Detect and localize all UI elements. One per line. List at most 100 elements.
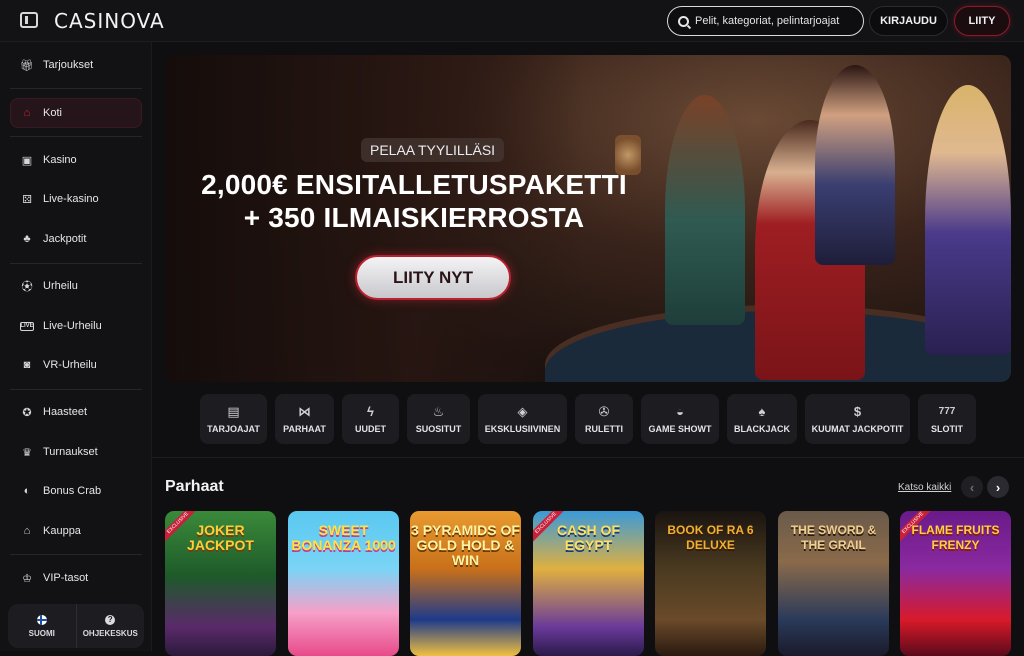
footer-box: SUOMI ? OHJEKESKUS	[8, 604, 144, 648]
bowtie-icon: ⋈	[298, 403, 311, 419]
sidebar-item-label: Haasteet	[43, 406, 88, 418]
mask-icon: ◒	[676, 403, 684, 419]
sidebar-item-label: Tarjoukset	[43, 59, 94, 71]
promo-banner[interactable]: PELAA TYYLILLÄSI 2,000€ ENSITALLETUSPAKE…	[165, 55, 1011, 382]
help-label: OHJEKESKUS	[82, 628, 138, 638]
category-label: EKSKLUSIIVINEN	[484, 423, 561, 434]
game-title: SWEET BONANZA 1000	[291, 522, 396, 553]
login-button[interactable]: KIRJAUDU	[869, 6, 948, 36]
category-label: SLOTIT	[931, 423, 963, 434]
sidebar-item-koti[interactable]: ⌂ Koti	[10, 98, 142, 128]
sidebar-item-kauppa[interactable]: ⌂ Kauppa	[10, 516, 142, 546]
sidebar-divider	[10, 136, 142, 137]
section-divider	[152, 457, 1024, 458]
category-tarjoajat[interactable]: ▤ TARJOAJAT	[200, 394, 267, 444]
flame-icon: ♨	[432, 403, 445, 419]
category-game-showt[interactable]: ◒ GAME SHOWT	[641, 394, 719, 444]
game-tile-cash-of-egypt[interactable]: EXCLUSIVE CASH OF EGYPT	[533, 511, 644, 656]
join-button[interactable]: LIITY	[954, 6, 1010, 36]
category-slotit[interactable]: 777 SLOTIT	[918, 394, 976, 444]
category-label: BLACKJACK	[734, 423, 790, 434]
hot-money-icon: $	[853, 403, 862, 419]
chevron-left-icon[interactable]: ‹	[961, 476, 983, 498]
sidebar-divider	[10, 88, 142, 89]
category-eksklusiivinen[interactable]: ◈ EKSKLUSIIVINEN	[478, 394, 567, 444]
category-blackjack[interactable]: ♠ BLACKJACK	[727, 394, 797, 444]
game-tile-3-pyramids-of-gold[interactable]: 3 PYRAMIDS OF GOLD HOLD & WIN	[410, 511, 521, 656]
language-label: SUOMI	[28, 628, 55, 638]
category-label: GAME SHOWT	[648, 423, 712, 434]
finland-flag-icon	[36, 614, 47, 625]
sidebar-item-urheilu[interactable]: ⚽︎ Urheilu	[10, 271, 142, 301]
sidebar-divider	[10, 389, 142, 390]
see-all-link[interactable]: Katso kaikki	[898, 482, 951, 493]
sidebar-item-tarjoukset[interactable]: 🎁︎ Tarjoukset	[10, 50, 142, 80]
sidebar-item-label: Live-Urheilu	[43, 320, 102, 332]
game-tile-joker-jackpot[interactable]: EXCLUSIVE JOKER JACKPOT	[165, 511, 276, 656]
sidebar-item-jackpotit[interactable]: ♣ Jackpotit	[10, 224, 142, 254]
banner-headline-line2: + 350 ILMAISKIERROSTA	[243, 202, 585, 233]
medal-icon: ✪	[22, 406, 32, 419]
sidebar-item-label: VR-Urheilu	[43, 359, 97, 371]
sidebar-item-haasteet[interactable]: ✪ Haasteet	[10, 397, 142, 427]
sidebar-item-label: Koti	[43, 107, 62, 119]
section-title: Parhaat	[165, 478, 224, 495]
vr-icon: ◙	[23, 359, 31, 371]
logo[interactable]: CASINOVA	[54, 9, 165, 33]
category-label: SUOSITUT	[415, 423, 462, 434]
sidebar-item-vip-tasot[interactable]: ♔ VIP-tasot	[10, 563, 142, 593]
banner-eyebrow: PELAA TYYLILLÄSI	[361, 138, 505, 162]
sidebar-item-turnaukset[interactable]: ♛ Turnaukset	[10, 437, 142, 467]
help-center-button[interactable]: ? OHJEKESKUS	[75, 604, 145, 648]
trophy-icon: ♛	[22, 446, 32, 459]
top-bar: CASINOVA KIRJAUDU LIITY	[0, 0, 1024, 42]
slot-machine-icon: ▣	[21, 154, 33, 167]
game-title: CASH OF EGYPT	[557, 522, 620, 553]
join-now-button[interactable]: LIITY NYT	[355, 255, 511, 300]
sidebar-divider	[10, 263, 142, 264]
sidebar-item-label: Kasino	[43, 154, 77, 166]
character-image	[815, 65, 895, 265]
roulette-icon: ✇	[598, 403, 610, 419]
game-title: THE SWORD & THE GRAIL	[790, 523, 877, 552]
dice-icon: ⚄	[22, 193, 32, 206]
lightning-icon: ϟ	[367, 403, 374, 419]
game-tile-book-of-ra[interactable]: BOOK OF RA 6 DELUXE	[655, 511, 766, 656]
shop-icon: ⌂	[23, 525, 31, 537]
category-label: KUUMAT JACKPOTIT	[811, 423, 904, 434]
category-uudet[interactable]: ϟ UUDET	[342, 394, 399, 444]
chevron-right-icon[interactable]: ›	[987, 476, 1009, 498]
game-title: 3 PYRAMIDS OF GOLD HOLD & WIN	[411, 522, 520, 568]
game-tile-sword-and-grail[interactable]: THE SWORD & THE GRAIL	[778, 511, 889, 656]
sidebar-item-vr-urheilu[interactable]: ◙ VR-Urheilu	[10, 350, 142, 380]
game-tile-flame-fruits-frenzy[interactable]: EXCLUSIVE FLAME FRUITS FRENZY	[900, 511, 1011, 656]
sidebar-toggle-icon[interactable]	[20, 12, 38, 28]
cards-icon: ♠	[758, 403, 766, 419]
sidebar-item-label: Live-kasino	[43, 193, 99, 205]
diamond-icon: ◈	[517, 403, 528, 419]
category-suositut[interactable]: ♨ SUOSITUT	[407, 394, 470, 444]
category-parhaat[interactable]: ⋈ PARHAAT	[275, 394, 334, 444]
character-image	[665, 95, 745, 325]
category-label: PARHAAT	[283, 423, 326, 434]
language-selector[interactable]: SUOMI	[8, 604, 76, 648]
sidebar-item-label: Jackpotit	[43, 233, 87, 245]
sidebar-item-label: Kauppa	[43, 525, 81, 537]
search-box[interactable]	[667, 6, 864, 36]
game-tile-sweet-bonanza-1000[interactable]: SWEET BONANZA 1000	[288, 511, 399, 656]
search-icon	[678, 15, 689, 27]
sidebar-item-bonus-crab[interactable]: ◐ Bonus Crab	[10, 476, 142, 506]
live-icon: LIVE	[20, 321, 34, 331]
sidebar-item-kasino[interactable]: ▣ Kasino	[10, 145, 142, 175]
football-icon: ⚽︎	[21, 281, 33, 293]
category-ruletti[interactable]: ✇ RULETTI	[575, 394, 633, 444]
sidebar: 🎁︎ Tarjoukset ⌂ Koti ▣ Kasino ⚄ Live-kas…	[0, 42, 152, 651]
sidebar-item-live-urheilu[interactable]: LIVE Live-Urheilu	[10, 311, 142, 341]
crown-icon: ♔	[22, 572, 32, 585]
game-title: BOOK OF RA 6 DELUXE	[667, 523, 754, 552]
sidebar-item-label: Turnaukset	[43, 446, 98, 458]
category-kuumat-jackpotit[interactable]: $ KUUMAT JACKPOTIT	[805, 394, 910, 444]
sidebar-item-live-kasino[interactable]: ⚄ Live-kasino	[10, 184, 142, 214]
banner-headline: 2,000€ ENSITALLETUSPAKETTI + 350 ILMAISK…	[180, 168, 648, 234]
search-input[interactable]	[695, 15, 855, 27]
